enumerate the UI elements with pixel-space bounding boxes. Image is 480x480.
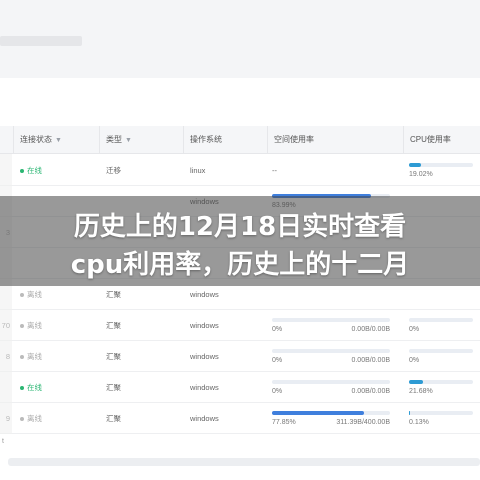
status-dot-icon [20, 293, 24, 298]
status-dot-icon [20, 417, 24, 422]
header-label: 类型 [106, 135, 122, 144]
overlay-title-line1: 历史上的12月18日实时查看 [73, 212, 407, 242]
space-usage-fill [272, 411, 365, 415]
filter-icon[interactable]: ▼ [55, 137, 62, 144]
cpu-usage-fill [409, 411, 410, 415]
status-text: 离线 [27, 414, 42, 423]
cpu-usage-percent: 19.02% [409, 171, 433, 178]
space-usage-bar [272, 318, 390, 322]
table-row[interactable]: 在线 迁移 linux -- 19.02% [0, 155, 480, 186]
table-row[interactable]: 在线 汇聚 windows 0% 0.00B/0.00B 21.68% [0, 372, 480, 403]
space-usage-empty: -- [272, 166, 277, 175]
table-row[interactable]: 8离线汇聚windows0%0.00B/0.00B0% [0, 341, 480, 372]
type-cell: 汇聚 [106, 321, 121, 330]
cpu-usage-bar [409, 349, 473, 353]
status-cell: 离线 [20, 403, 98, 434]
space-usage-percent: 0% [272, 388, 283, 395]
header-type[interactable]: 类型 ▼ [100, 126, 184, 154]
status-cell: 在线 [20, 155, 98, 186]
type-cell: 汇聚 [106, 414, 121, 423]
space-usage-bar [272, 411, 390, 415]
space-usage-bar [272, 349, 390, 353]
table-row[interactable]: 9离线汇聚windows77.85%311.39B/400.00B0.13% [0, 403, 480, 434]
cpu-usage-bar [409, 163, 473, 167]
header-space-usage: 空间使用率 [268, 126, 404, 154]
header-label: 空间使用率 [274, 135, 314, 144]
status-cell: 在线 [20, 372, 98, 403]
status-dot-icon [20, 355, 24, 360]
header-label: 连接状态 [20, 135, 52, 144]
space-usage-size: 0.00B/0.00B [351, 326, 390, 333]
type-cell: 汇聚 [106, 352, 121, 361]
type-cell: 汇聚 [106, 383, 121, 392]
os-cell: windows [190, 352, 219, 361]
header-label: 操作系统 [190, 135, 222, 144]
table-row[interactable]: 70离线汇聚windows0%0.00B/0.00B0% [0, 310, 480, 341]
status-text: 在线 [27, 166, 42, 175]
space-usage-percent: 0% [272, 357, 283, 364]
header-connection-status[interactable]: 连接状态 ▼ [14, 126, 100, 154]
cpu-usage-bar [409, 411, 473, 415]
header-index [0, 126, 14, 154]
status-dot-icon [20, 169, 24, 174]
type-cell: 迁移 [106, 166, 121, 175]
cpu-usage-fill [409, 380, 424, 384]
top-placeholder-bar [0, 36, 82, 46]
status-dot-icon [20, 324, 24, 329]
space-usage-percent: 0% [272, 326, 283, 333]
status-text: 在线 [27, 383, 42, 392]
header-os: 操作系统 [184, 126, 268, 154]
cpu-usage-percent: 21.68% [409, 388, 433, 395]
cpu-usage-fill [409, 163, 422, 167]
cpu-usage-bar [409, 380, 473, 384]
cpu-usage-bar [409, 318, 473, 322]
header-label: CPU使用率 [410, 135, 451, 144]
status-cell: 离线 [20, 310, 98, 341]
header-cpu-usage: CPU使用率 [404, 126, 480, 154]
title-overlay: 历史上的12月18日实时查看 cpu利用率，历史上的十二月 [0, 196, 480, 286]
filter-icon[interactable]: ▼ [125, 137, 132, 144]
status-text: 离线 [27, 321, 42, 330]
cpu-usage-percent: 0.13% [409, 419, 429, 426]
os-cell: windows [190, 321, 219, 330]
os-cell: windows [190, 383, 219, 392]
space-usage-size: 311.39B/400.00B [336, 419, 390, 426]
horizontal-scrollbar[interactable] [8, 458, 480, 466]
space-usage-bar [272, 380, 390, 384]
overlay-title-line2: cpu利用率，历史上的十二月 [70, 250, 410, 280]
status-cell: 离线 [20, 341, 98, 372]
space-usage-size: 0.00B/0.00B [351, 388, 390, 395]
status-text: 离线 [27, 290, 42, 299]
space-usage-percent: 77.85% [272, 419, 296, 426]
os-cell: windows [190, 414, 219, 423]
status-dot-icon [20, 386, 24, 391]
cpu-usage-percent: 0% [409, 357, 420, 364]
cpu-usage-percent: 0% [409, 326, 420, 333]
os-cell: linux [190, 166, 206, 175]
space-usage-size: 0.00B/0.00B [351, 357, 390, 364]
table-header: 连接状态 ▼ 类型 ▼ 操作系统 空间使用率 CPU使用率 [0, 126, 480, 154]
status-text: 离线 [27, 352, 42, 361]
footer-text: t [2, 438, 4, 445]
